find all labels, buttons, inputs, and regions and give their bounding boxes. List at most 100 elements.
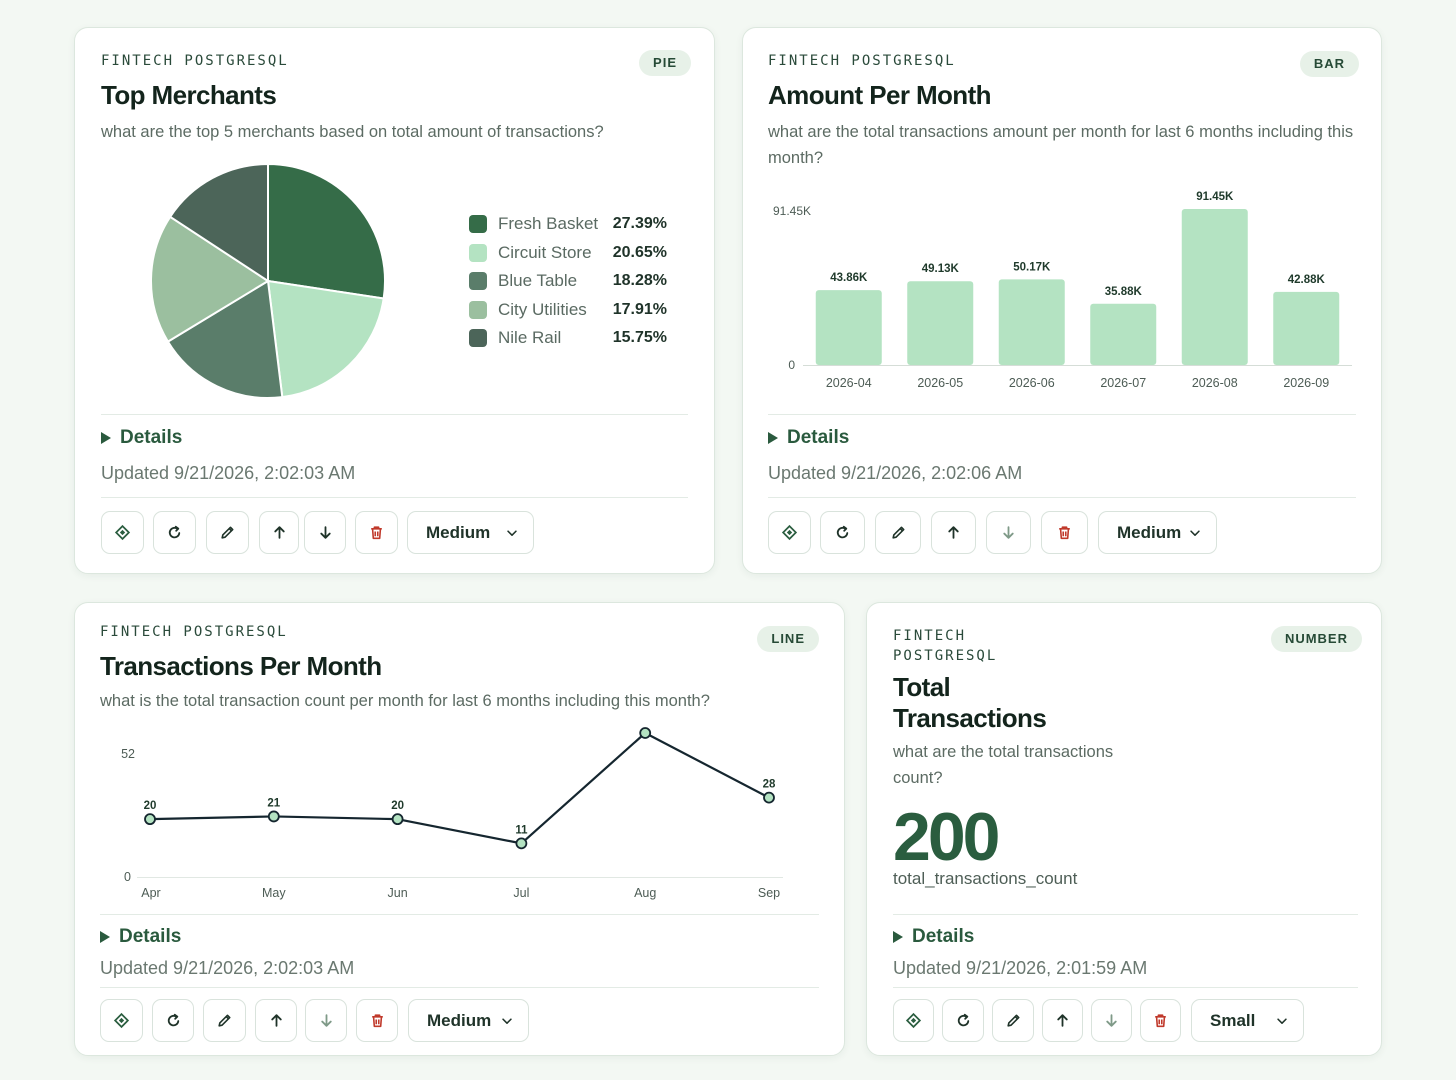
move-up-button[interactable]: [259, 511, 299, 554]
pie-slice-0[interactable]: [267, 162, 386, 300]
legend-label: Fresh Basket: [498, 214, 599, 234]
size-select[interactable]: Medium: [1098, 511, 1217, 554]
divider: [100, 914, 819, 915]
card-toolbar: Small: [893, 999, 1304, 1042]
refresh-button[interactable]: [820, 511, 865, 554]
point-value-label: 28: [763, 779, 776, 791]
bar-value-label: 35.88K: [1105, 286, 1143, 298]
disclosure-triangle-icon: [100, 931, 110, 943]
legend-item[interactable]: Fresh Basket 27.39%: [469, 210, 667, 239]
chart-type-badge: PIE: [639, 50, 691, 76]
move-down-button[interactable]: [305, 999, 347, 1042]
delete-button[interactable]: [1140, 999, 1181, 1042]
y-tick-label: 0: [788, 358, 795, 372]
legend-item[interactable]: Circuit Store 20.65%: [469, 239, 667, 268]
arrow-up-icon: [948, 526, 959, 539]
x-tick-label: 2026-04: [826, 376, 872, 390]
details-toggle[interactable]: Details: [100, 926, 181, 948]
pin-icon: [113, 1012, 130, 1029]
bar-2026-04[interactable]: [815, 290, 882, 365]
x-tick-label: Sep: [758, 886, 780, 900]
x-tick-label: 2026-09: [1283, 376, 1329, 390]
bar-2026-05[interactable]: [907, 281, 974, 365]
point-value-label: 11: [515, 824, 528, 836]
move-down-button[interactable]: [1091, 999, 1132, 1042]
details-toggle[interactable]: Details: [768, 427, 849, 449]
disclosure-triangle-icon: [893, 931, 903, 943]
pin-button[interactable]: [101, 511, 144, 554]
card-title: Total Transactions: [893, 672, 1047, 734]
bar-2026-08[interactable]: [1181, 209, 1248, 365]
refresh-button[interactable]: [942, 999, 984, 1042]
divider: [893, 914, 1358, 915]
refresh-button[interactable]: [152, 999, 194, 1042]
divider: [101, 497, 688, 498]
size-select[interactable]: Small: [1191, 999, 1304, 1042]
bar-2026-09[interactable]: [1273, 291, 1340, 365]
metric-caption: total_transactions_count: [893, 869, 1078, 888]
line-point-Jun[interactable]: [391, 813, 404, 826]
pin-icon: [905, 1012, 922, 1029]
details-label: Details: [120, 427, 183, 448]
edit-button[interactable]: [203, 999, 246, 1042]
card-amount-per-month: FINTECH POSTGRESQL BAR Amount Per Month …: [742, 27, 1382, 574]
edit-icon: [1006, 1014, 1020, 1027]
size-select[interactable]: Medium: [407, 511, 534, 554]
move-down-button[interactable]: [304, 511, 346, 554]
x-tick-label: 2026-08: [1192, 376, 1238, 390]
refresh-button[interactable]: [153, 511, 196, 554]
bar-2026-06[interactable]: [998, 279, 1065, 365]
details-label: Details: [119, 926, 182, 947]
bar-value-label: 49.13K: [922, 263, 960, 275]
refresh-icon: [168, 525, 181, 539]
card-question-line: count?: [893, 769, 943, 787]
x-tick-label: Aug: [634, 886, 656, 900]
bar-value-label: 91.45K: [1196, 191, 1234, 203]
move-up-button[interactable]: [1042, 999, 1083, 1042]
details-toggle[interactable]: Details: [893, 926, 974, 948]
legend-item[interactable]: Blue Table 18.28%: [469, 267, 667, 296]
card-toolbar: Medium: [101, 511, 534, 554]
details-toggle[interactable]: Details: [101, 427, 182, 449]
x-tick-label: 2026-06: [1009, 376, 1055, 390]
move-up-button[interactable]: [255, 999, 297, 1042]
legend-label: Nile Rail: [498, 328, 562, 348]
pin-button[interactable]: [768, 511, 811, 554]
pie-slice-1[interactable]: [266, 279, 385, 399]
x-tick-label: 2026-07: [1100, 376, 1146, 390]
line-point-Aug[interactable]: [639, 727, 652, 739]
delete-button[interactable]: [355, 511, 398, 554]
bar-chart: 0 91.45K 43.86K 2026-04 49.13K 2026-05 50.17K 2…: [773, 191, 1352, 390]
legend-item[interactable]: City Utilities 17.91%: [469, 296, 667, 325]
chevron-down-icon: [507, 529, 517, 536]
delete-button[interactable]: [356, 999, 398, 1042]
line-point-Apr[interactable]: [144, 813, 156, 826]
chevron-down-icon: [1277, 1017, 1287, 1024]
move-down-button[interactable]: [986, 511, 1031, 554]
card-question: what are the total transactions count?: [893, 739, 1193, 791]
point-value-label: 20: [391, 800, 404, 812]
line-point-Jul[interactable]: [515, 837, 528, 850]
legend-percent: 20.65%: [612, 243, 667, 261]
edit-button[interactable]: [206, 511, 249, 554]
x-tick-label: Jul: [513, 886, 529, 900]
line-point-May[interactable]: [267, 810, 280, 823]
source-label: FINTECH POSTGRESQL: [101, 53, 289, 69]
card-top-merchants: FINTECH POSTGRESQL PIE Top Merchants wha…: [74, 27, 715, 574]
edit-button[interactable]: [992, 999, 1034, 1042]
line-point-Sep[interactable]: [763, 791, 775, 804]
legend-item[interactable]: Nile Rail 15.75%: [469, 324, 667, 353]
pin-button[interactable]: [100, 999, 143, 1042]
chevron-down-icon: [502, 1017, 512, 1024]
delete-button[interactable]: [1041, 511, 1088, 554]
size-select-value: Small: [1210, 1010, 1256, 1030]
line-series: [149, 731, 770, 845]
edit-button[interactable]: [875, 511, 921, 554]
size-select[interactable]: Medium: [408, 999, 529, 1042]
trash-icon: [371, 1014, 383, 1028]
pin-button[interactable]: [893, 999, 934, 1042]
move-up-button[interactable]: [931, 511, 976, 554]
bar-2026-07[interactable]: [1090, 303, 1157, 365]
card-question-line: what are the total transactions: [893, 743, 1114, 761]
point-value-label: 20: [144, 800, 157, 812]
